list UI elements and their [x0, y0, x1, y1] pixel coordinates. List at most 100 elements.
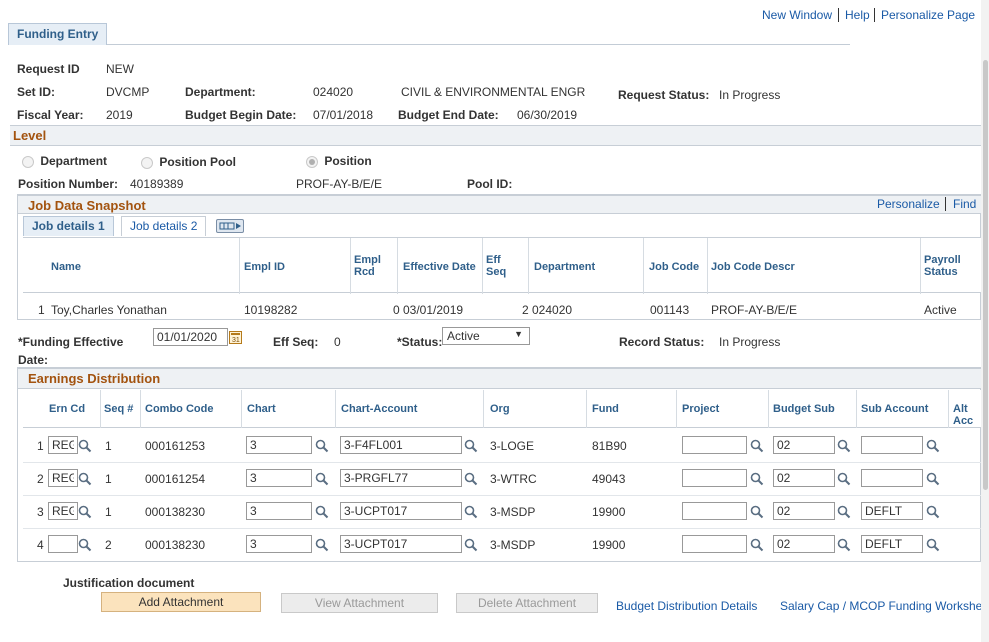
status-select-value: Active: [447, 329, 480, 343]
cell-combo-code: 000138230: [145, 505, 206, 519]
erncd-lookup-icon[interactable]: [78, 505, 92, 519]
pool-id-label: Pool ID:: [467, 177, 513, 191]
chart-input[interactable]: [246, 535, 312, 553]
sub-account-lookup-icon[interactable]: [926, 439, 940, 453]
project-input[interactable]: [682, 502, 747, 520]
sub-account-input[interactable]: [861, 436, 923, 454]
new-window-link[interactable]: New Window: [762, 8, 832, 22]
chart-account-lookup-icon[interactable]: [464, 538, 478, 552]
col-divider: [483, 390, 484, 428]
tab-funding-entry[interactable]: Funding Entry: [8, 23, 108, 45]
chart-lookup-icon[interactable]: [315, 538, 329, 552]
cell-payroll-status: Active: [924, 303, 957, 317]
erncd-lookup-icon[interactable]: [78, 439, 92, 453]
cell-combo-code: 000138230: [145, 538, 206, 552]
budget-sub-input[interactable]: [773, 535, 835, 553]
cell-empl-rcd: 0: [393, 303, 400, 317]
project-input[interactable]: [682, 469, 747, 487]
project-lookup-icon[interactable]: [750, 472, 764, 486]
position-number-value: 40189389: [130, 177, 184, 191]
col-payroll-status: Payroll Status: [924, 254, 961, 278]
salary-cap-link[interactable]: Salary Cap / MCOP Funding Workshee: [780, 599, 989, 613]
project-lookup-icon[interactable]: [750, 538, 764, 552]
radio-icon: [22, 155, 34, 168]
show-all-columns-icon[interactable]: [216, 219, 244, 233]
position-descr: PROF-AY-B/E/E: [296, 177, 383, 191]
row-number: 2: [37, 472, 44, 486]
chart-account-lookup-icon[interactable]: [464, 439, 478, 453]
eff-seq-value: 0: [334, 335, 341, 349]
record-status-value: In Progress: [719, 335, 781, 349]
project-input[interactable]: [682, 535, 747, 553]
sub-account-input[interactable]: [861, 535, 923, 553]
budget-sub-lookup-icon[interactable]: [837, 472, 851, 486]
chart-account-lookup-icon[interactable]: [464, 472, 478, 486]
sub-account-lookup-icon[interactable]: [926, 505, 940, 519]
budget-sub-input[interactable]: [773, 469, 835, 487]
radio-position-pool[interactable]: Position Pool: [141, 155, 236, 169]
funding-effective-date-input[interactable]: [153, 328, 228, 346]
budget-sub-lookup-icon[interactable]: [837, 439, 851, 453]
budget-sub-input[interactable]: [773, 436, 835, 454]
radio-department[interactable]: Department: [22, 154, 107, 168]
view-attachment-button[interactable]: View Attachment: [281, 593, 438, 613]
erncd-input[interactable]: [48, 535, 78, 553]
sub-account-lookup-icon[interactable]: [926, 538, 940, 552]
budget-distribution-link[interactable]: Budget Distribution Details: [616, 599, 757, 613]
cell-combo-code: 000161254: [145, 472, 206, 486]
chart-account-input[interactable]: [340, 436, 462, 454]
status-select[interactable]: Active ▼: [442, 327, 530, 345]
row-number: 4: [37, 538, 44, 552]
radio-position[interactable]: Position: [306, 154, 372, 168]
erncd-lookup-icon[interactable]: [78, 472, 92, 486]
project-input[interactable]: [682, 436, 747, 454]
request-status-value: In Progress: [719, 88, 781, 102]
chart-lookup-icon[interactable]: [315, 505, 329, 519]
chart-lookup-icon[interactable]: [315, 439, 329, 453]
delete-attachment-button[interactable]: Delete Attachment: [456, 593, 598, 613]
chart-lookup-icon[interactable]: [315, 472, 329, 486]
job-grid-header: Name Empl ID Empl Rcd Effective Date Eff…: [23, 237, 981, 294]
personalize-grid-link[interactable]: Personalize: [877, 197, 940, 211]
col-chart: Chart: [247, 403, 276, 415]
project-lookup-icon[interactable]: [750, 505, 764, 519]
col-fund: Fund: [592, 403, 619, 415]
erncd-input[interactable]: [48, 436, 78, 454]
row-divider: [23, 528, 981, 529]
col-divider: [335, 390, 336, 428]
cell-org: 3-MSDP: [490, 505, 536, 519]
chart-input[interactable]: [246, 436, 312, 454]
budget-sub-lookup-icon[interactable]: [837, 505, 851, 519]
chart-account-input[interactable]: [340, 502, 462, 520]
budget-sub-input[interactable]: [773, 502, 835, 520]
col-job-code-descr: Job Code Descr: [711, 261, 795, 273]
radio-selected-icon: [306, 155, 318, 168]
chart-input[interactable]: [246, 502, 312, 520]
setid-label: Set ID:: [17, 85, 56, 99]
chart-account-input[interactable]: [340, 469, 462, 487]
col-divider: [768, 390, 769, 428]
tab-job-details-1[interactable]: Job details 1: [23, 216, 114, 236]
calendar-icon[interactable]: 31: [229, 331, 242, 344]
radio-department-label: Department: [40, 154, 108, 168]
sub-account-input[interactable]: [861, 469, 923, 487]
chart-account-lookup-icon[interactable]: [464, 505, 478, 519]
chart-account-input[interactable]: [340, 535, 462, 553]
chart-input[interactable]: [246, 469, 312, 487]
erncd-input[interactable]: [48, 469, 78, 487]
sub-account-input[interactable]: [861, 502, 923, 520]
find-link[interactable]: Find: [953, 197, 976, 211]
status-label: *Status:: [397, 335, 443, 349]
erncd-input[interactable]: [48, 502, 78, 520]
project-lookup-icon[interactable]: [750, 439, 764, 453]
add-attachment-button[interactable]: Add Attachment: [101, 592, 261, 612]
tab-job-details-2[interactable]: Job details 2: [121, 216, 207, 236]
budget-sub-lookup-icon[interactable]: [837, 538, 851, 552]
sub-account-lookup-icon[interactable]: [926, 472, 940, 486]
personalize-page-link[interactable]: Personalize Page: [881, 8, 975, 22]
help-link[interactable]: Help: [845, 8, 870, 22]
erncd-lookup-icon[interactable]: [78, 538, 92, 552]
separator: [838, 8, 839, 22]
scrollbar-thumb[interactable]: [983, 60, 988, 490]
col-eff-seq: Eff Seq: [486, 254, 507, 278]
